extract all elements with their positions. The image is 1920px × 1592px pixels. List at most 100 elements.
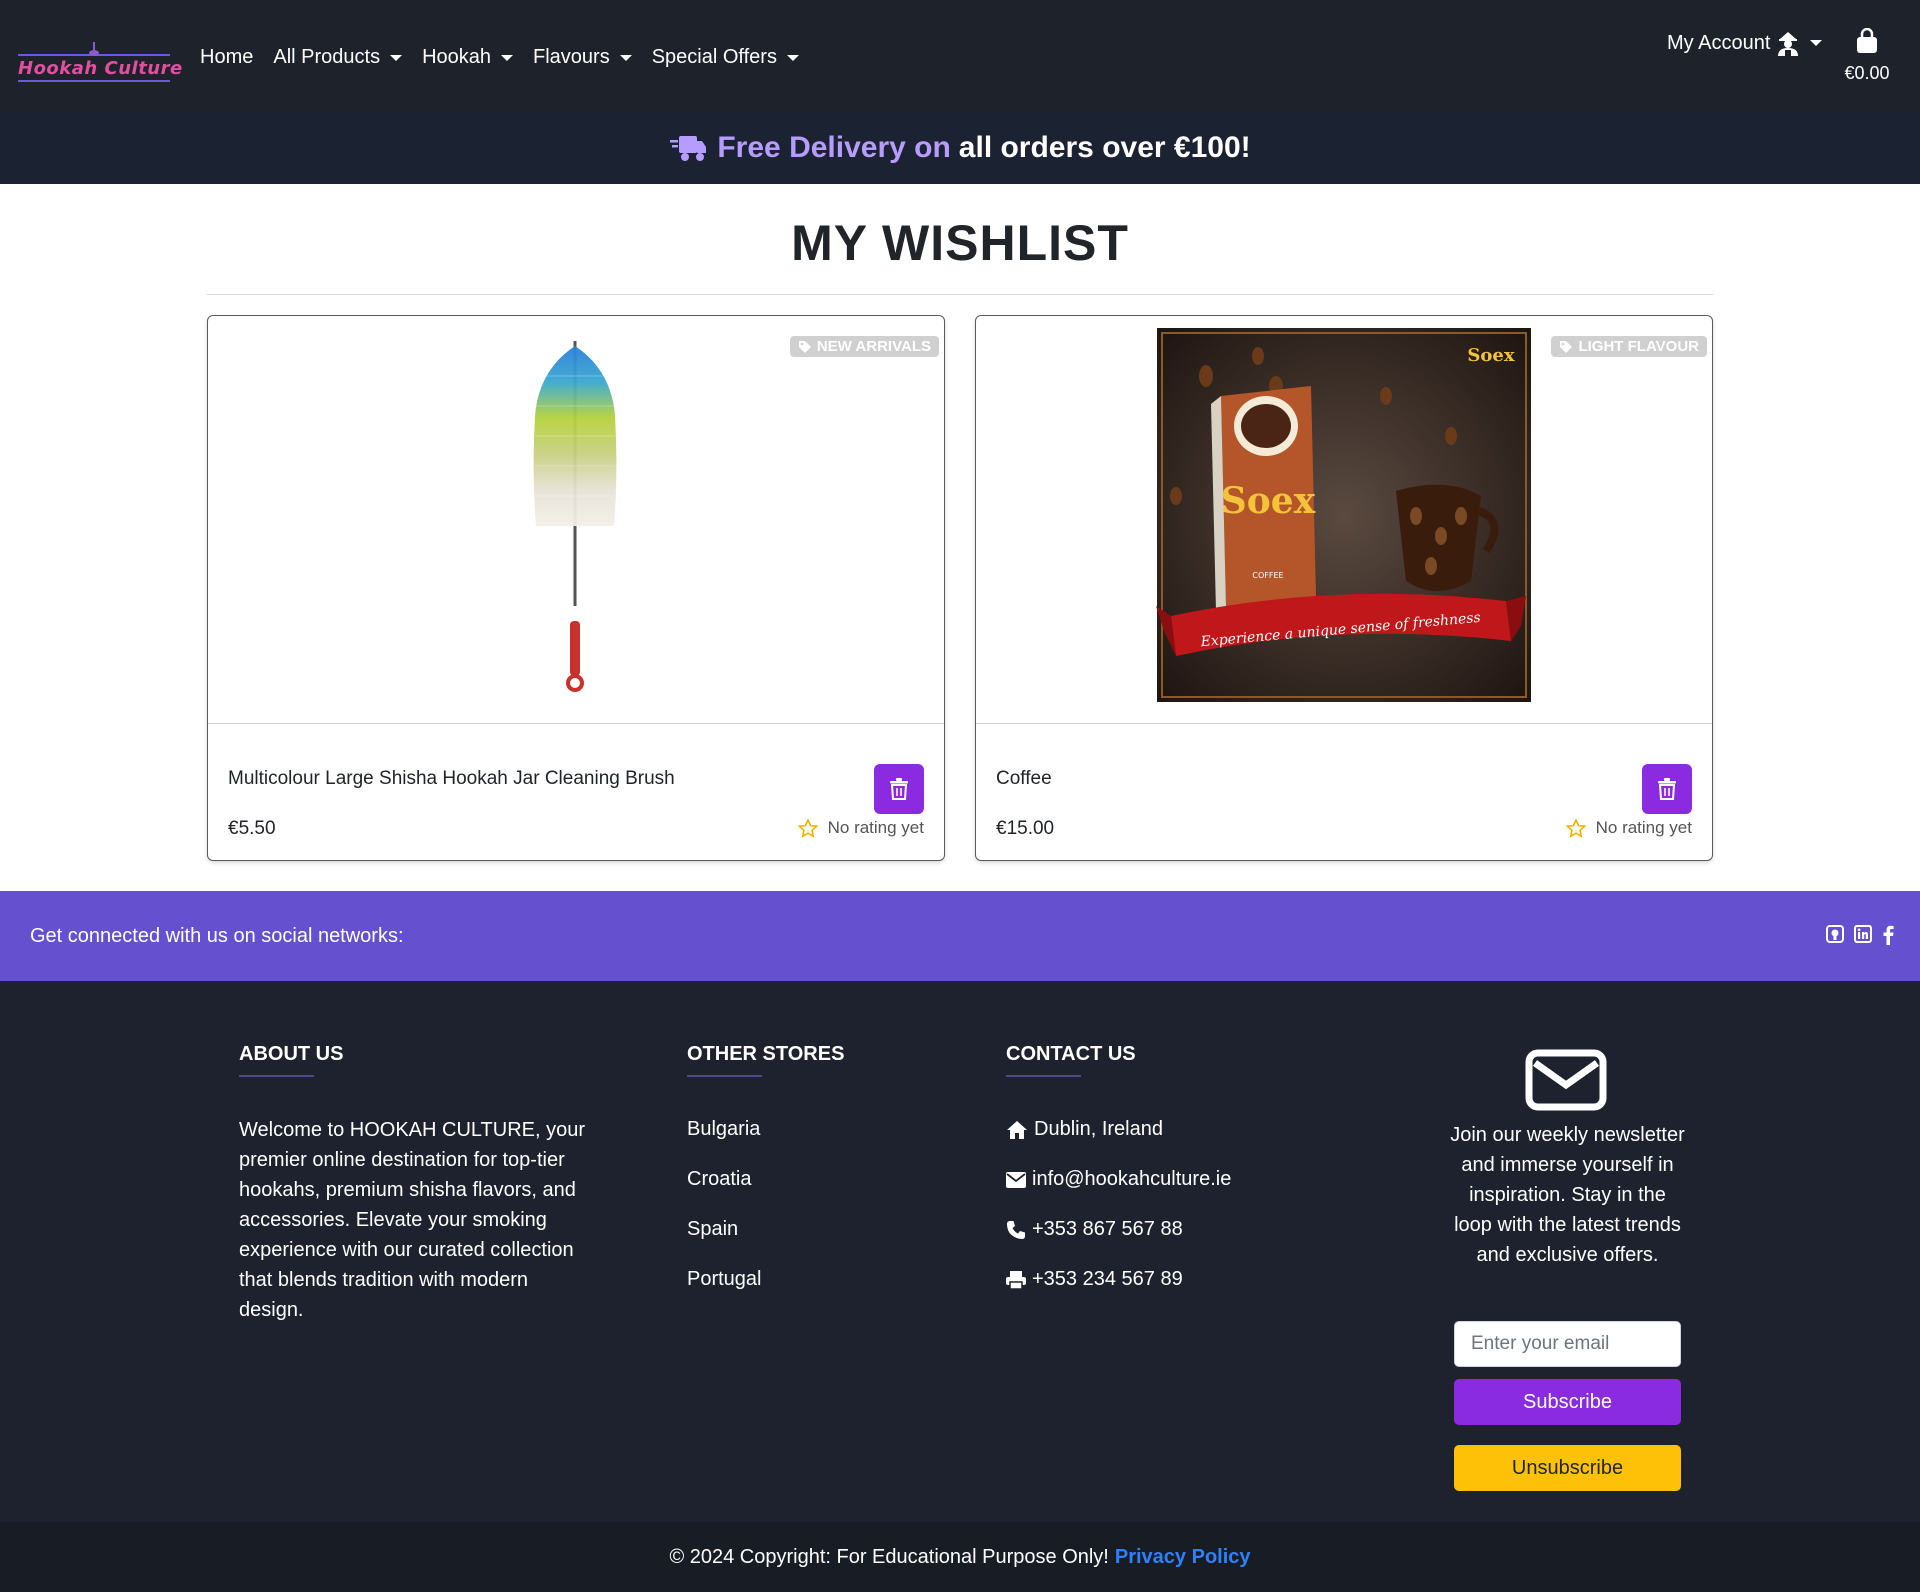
corner-brand-text: Soex	[1467, 345, 1514, 366]
wishlist-card: NEW ARRIVALS Multicolour Large Shisha Ho…	[207, 315, 945, 861]
logo[interactable]: Hookah Culture	[18, 40, 182, 84]
nav-hookah[interactable]: Hookah	[422, 46, 514, 69]
subscribe-button[interactable]: Subscribe	[1454, 1379, 1681, 1425]
chevron-down-icon	[390, 54, 403, 61]
social-text: Get connected with us on social networks…	[30, 925, 404, 947]
remove-from-wishlist-button[interactable]	[1642, 764, 1692, 814]
user-secret-icon	[1778, 32, 1799, 56]
store-link[interactable]: Croatia	[687, 1168, 751, 1191]
product-image[interactable]: Soex COFFEE Experience a unique sense of…	[976, 316, 1712, 724]
product-rating: No rating yet	[797, 818, 924, 838]
page-title: MY WISHLIST	[791, 215, 1129, 271]
heading-underline	[1006, 1075, 1081, 1077]
stores-heading: OTHER STORES	[687, 1043, 845, 1065]
hookah-logo-icon	[89, 42, 99, 56]
product-name[interactable]: Multicolour Large Shisha Hookah Jar Clea…	[228, 768, 675, 790]
chevron-down-icon	[619, 54, 632, 61]
contact-fax: +353 234 567 89	[1006, 1268, 1183, 1291]
product-image[interactable]: NEW ARRIVALS	[208, 316, 944, 724]
nav-home[interactable]: Home	[200, 46, 253, 69]
email-text: info@hookahculture.ie	[1032, 1168, 1232, 1190]
unsubscribe-button[interactable]: Unsubscribe	[1454, 1445, 1681, 1491]
category-badge[interactable]: NEW ARRIVALS	[789, 336, 939, 357]
nav-home-label: Home	[200, 46, 254, 68]
privacy-policy-link[interactable]: Privacy Policy	[1115, 1546, 1251, 1569]
badge-label: NEW ARRIVALS	[816, 338, 931, 355]
footer: ABOUT US Welcome to HOOKAH CULTURE, your…	[0, 981, 1920, 1522]
trash-icon	[1658, 778, 1676, 800]
product-price: €5.50	[228, 818, 276, 839]
contact-phone[interactable]: +353 867 567 88	[1006, 1218, 1183, 1241]
category-badge[interactable]: LIGHT FLAVOUR	[1551, 336, 1707, 357]
store-link[interactable]: Bulgaria	[687, 1118, 760, 1141]
main-nav: Home All Products Hookah Flavours Specia…	[200, 46, 819, 69]
facebook-icon[interactable]	[1882, 925, 1894, 945]
trash-icon	[890, 778, 908, 800]
print-icon	[1006, 1270, 1026, 1290]
phone-text: +353 867 567 88	[1032, 1218, 1183, 1240]
about-text: Welcome to HOOKAH CULTURE, your premier …	[239, 1119, 586, 1321]
heading-underline	[687, 1075, 762, 1077]
store-link[interactable]: Portugal	[687, 1268, 762, 1291]
chevron-down-icon	[786, 54, 799, 61]
delivery-banner: Free Delivery on all orders over €100!	[0, 112, 1920, 184]
remove-from-wishlist-button[interactable]	[874, 764, 924, 814]
rating-text: No rating yet	[827, 818, 924, 837]
contact-heading: CONTACT US	[1006, 1043, 1136, 1065]
cleaning-brush-image	[533, 341, 617, 692]
social-bar: Get connected with us on social networks…	[0, 891, 1920, 981]
logo-line	[18, 80, 170, 82]
phone-icon	[1007, 1220, 1025, 1239]
heading-underline	[239, 1075, 314, 1077]
copyright-text: © 2024 Copyright: For Educational Purpos…	[669, 1545, 1109, 1568]
linkedin-icon[interactable]	[1854, 925, 1872, 943]
my-account-dropdown[interactable]: My Account	[1667, 30, 1823, 56]
home-icon	[1007, 1120, 1027, 1139]
store-link[interactable]: Spain	[687, 1218, 738, 1241]
brand-text: Soex	[1221, 480, 1316, 522]
rating-text: No rating yet	[1595, 818, 1692, 837]
social-icons	[1826, 925, 1894, 945]
nav-flavours[interactable]: Flavours	[533, 46, 632, 69]
star-outline-icon	[1565, 818, 1586, 838]
newsletter-email-input[interactable]	[1454, 1321, 1681, 1367]
envelope-icon	[1006, 1171, 1026, 1188]
wishlist-card: Soex COFFEE Experience a unique sense of…	[975, 315, 1713, 861]
flavour-text: COFFEE	[1252, 571, 1283, 580]
star-outline-icon	[797, 818, 818, 838]
contact-email[interactable]: info@hookahculture.ie	[1006, 1168, 1231, 1191]
product-price: €15.00	[996, 818, 1055, 839]
cart-total: €0.00	[1844, 63, 1890, 83]
envelope-outline-icon	[1525, 1049, 1607, 1111]
nav-special-offers-label: Special Offers	[651, 46, 777, 68]
address-text: Dublin, Ireland	[1034, 1118, 1163, 1140]
nav-hookah-label: Hookah	[422, 46, 492, 68]
shopping-bag-button[interactable]: €0.00	[1840, 27, 1894, 84]
newsletter-text: Join our weekly newsletter and immerse y…	[1450, 1124, 1685, 1266]
my-account-label: My Account	[1667, 31, 1771, 54]
nav-all-products-label: All Products	[273, 46, 381, 68]
banner-text: all orders over €100!	[958, 131, 1251, 164]
chevron-down-icon	[501, 54, 514, 61]
truck-fast-icon	[670, 136, 707, 161]
fax-text: +353 234 567 89	[1032, 1268, 1183, 1290]
contact-address: Dublin, Ireland	[1006, 1118, 1163, 1141]
product-rating: No rating yet	[1565, 818, 1692, 838]
product-name[interactable]: Coffee	[996, 768, 1052, 790]
nav-all-products[interactable]: All Products	[273, 46, 403, 69]
banner-highlight: Free Delivery on	[717, 131, 951, 164]
copyright-bar: © 2024 Copyright: For Educational Purpos…	[0, 1522, 1920, 1592]
nav-flavours-label: Flavours	[533, 46, 610, 68]
soex-coffee-image: Soex COFFEE Experience a unique sense of…	[1156, 328, 1531, 702]
github-icon[interactable]	[1826, 925, 1844, 943]
tag-icon	[1560, 340, 1573, 353]
shopping-bag-icon	[1857, 27, 1877, 53]
chevron-down-icon	[1810, 40, 1823, 46]
nav-special-offers[interactable]: Special Offers	[652, 46, 799, 69]
logo-text: Hookah Culture	[18, 58, 183, 79]
navbar: Hookah Culture Home All Products Hookah …	[0, 0, 1920, 112]
about-heading: ABOUT US	[239, 1043, 344, 1065]
title-divider	[207, 294, 1713, 295]
badge-label: LIGHT FLAVOUR	[1578, 338, 1699, 355]
tag-icon	[798, 340, 811, 353]
